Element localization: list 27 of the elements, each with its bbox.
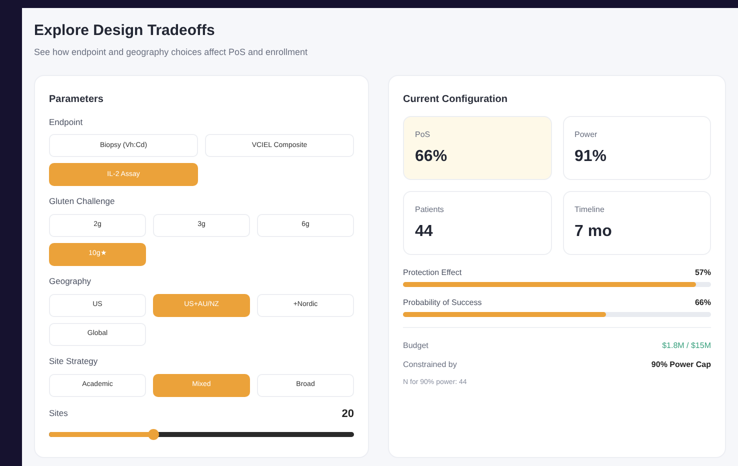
card-title: Current Configuration [403, 92, 508, 106]
slider-value: 20 [342, 406, 354, 422]
bar-label: Protection Effect [403, 266, 462, 278]
slider-thumb[interactable] [148, 429, 159, 440]
card-title: Parameters [49, 92, 104, 106]
metric-label: Power [574, 128, 598, 140]
metric-value: 7 mo [574, 222, 613, 242]
metric-value: 66% [415, 146, 448, 166]
page-title: Explore Design Tradeoffs [34, 22, 216, 40]
slider-label: Sites [49, 407, 68, 420]
page-subtitle: See how endpoint and geography choices affect PoS and enrollment [34, 46, 309, 59]
bar-label: Probability of Success [403, 296, 482, 308]
info-value: $1.8M / $15M [662, 340, 711, 352]
group-label: Gluten Challenge [49, 195, 116, 208]
metric-value: 91% [574, 146, 608, 166]
metric-value: 44 [415, 222, 434, 242]
metric-label: Patients [415, 204, 445, 216]
metric-label: Timeline [574, 204, 606, 216]
metric-label: PoS [415, 128, 432, 140]
info-label: Budget [403, 340, 428, 352]
bar-value: 66% [694, 296, 711, 308]
group-label: Endpoint [49, 116, 84, 128]
info-value: 90% Power Cap [651, 358, 711, 370]
group-label: Geography [49, 275, 92, 288]
info-label: Constrained by [403, 358, 457, 370]
group-label: Site Strategy [49, 354, 99, 368]
bar-value: 57% [694, 266, 711, 278]
